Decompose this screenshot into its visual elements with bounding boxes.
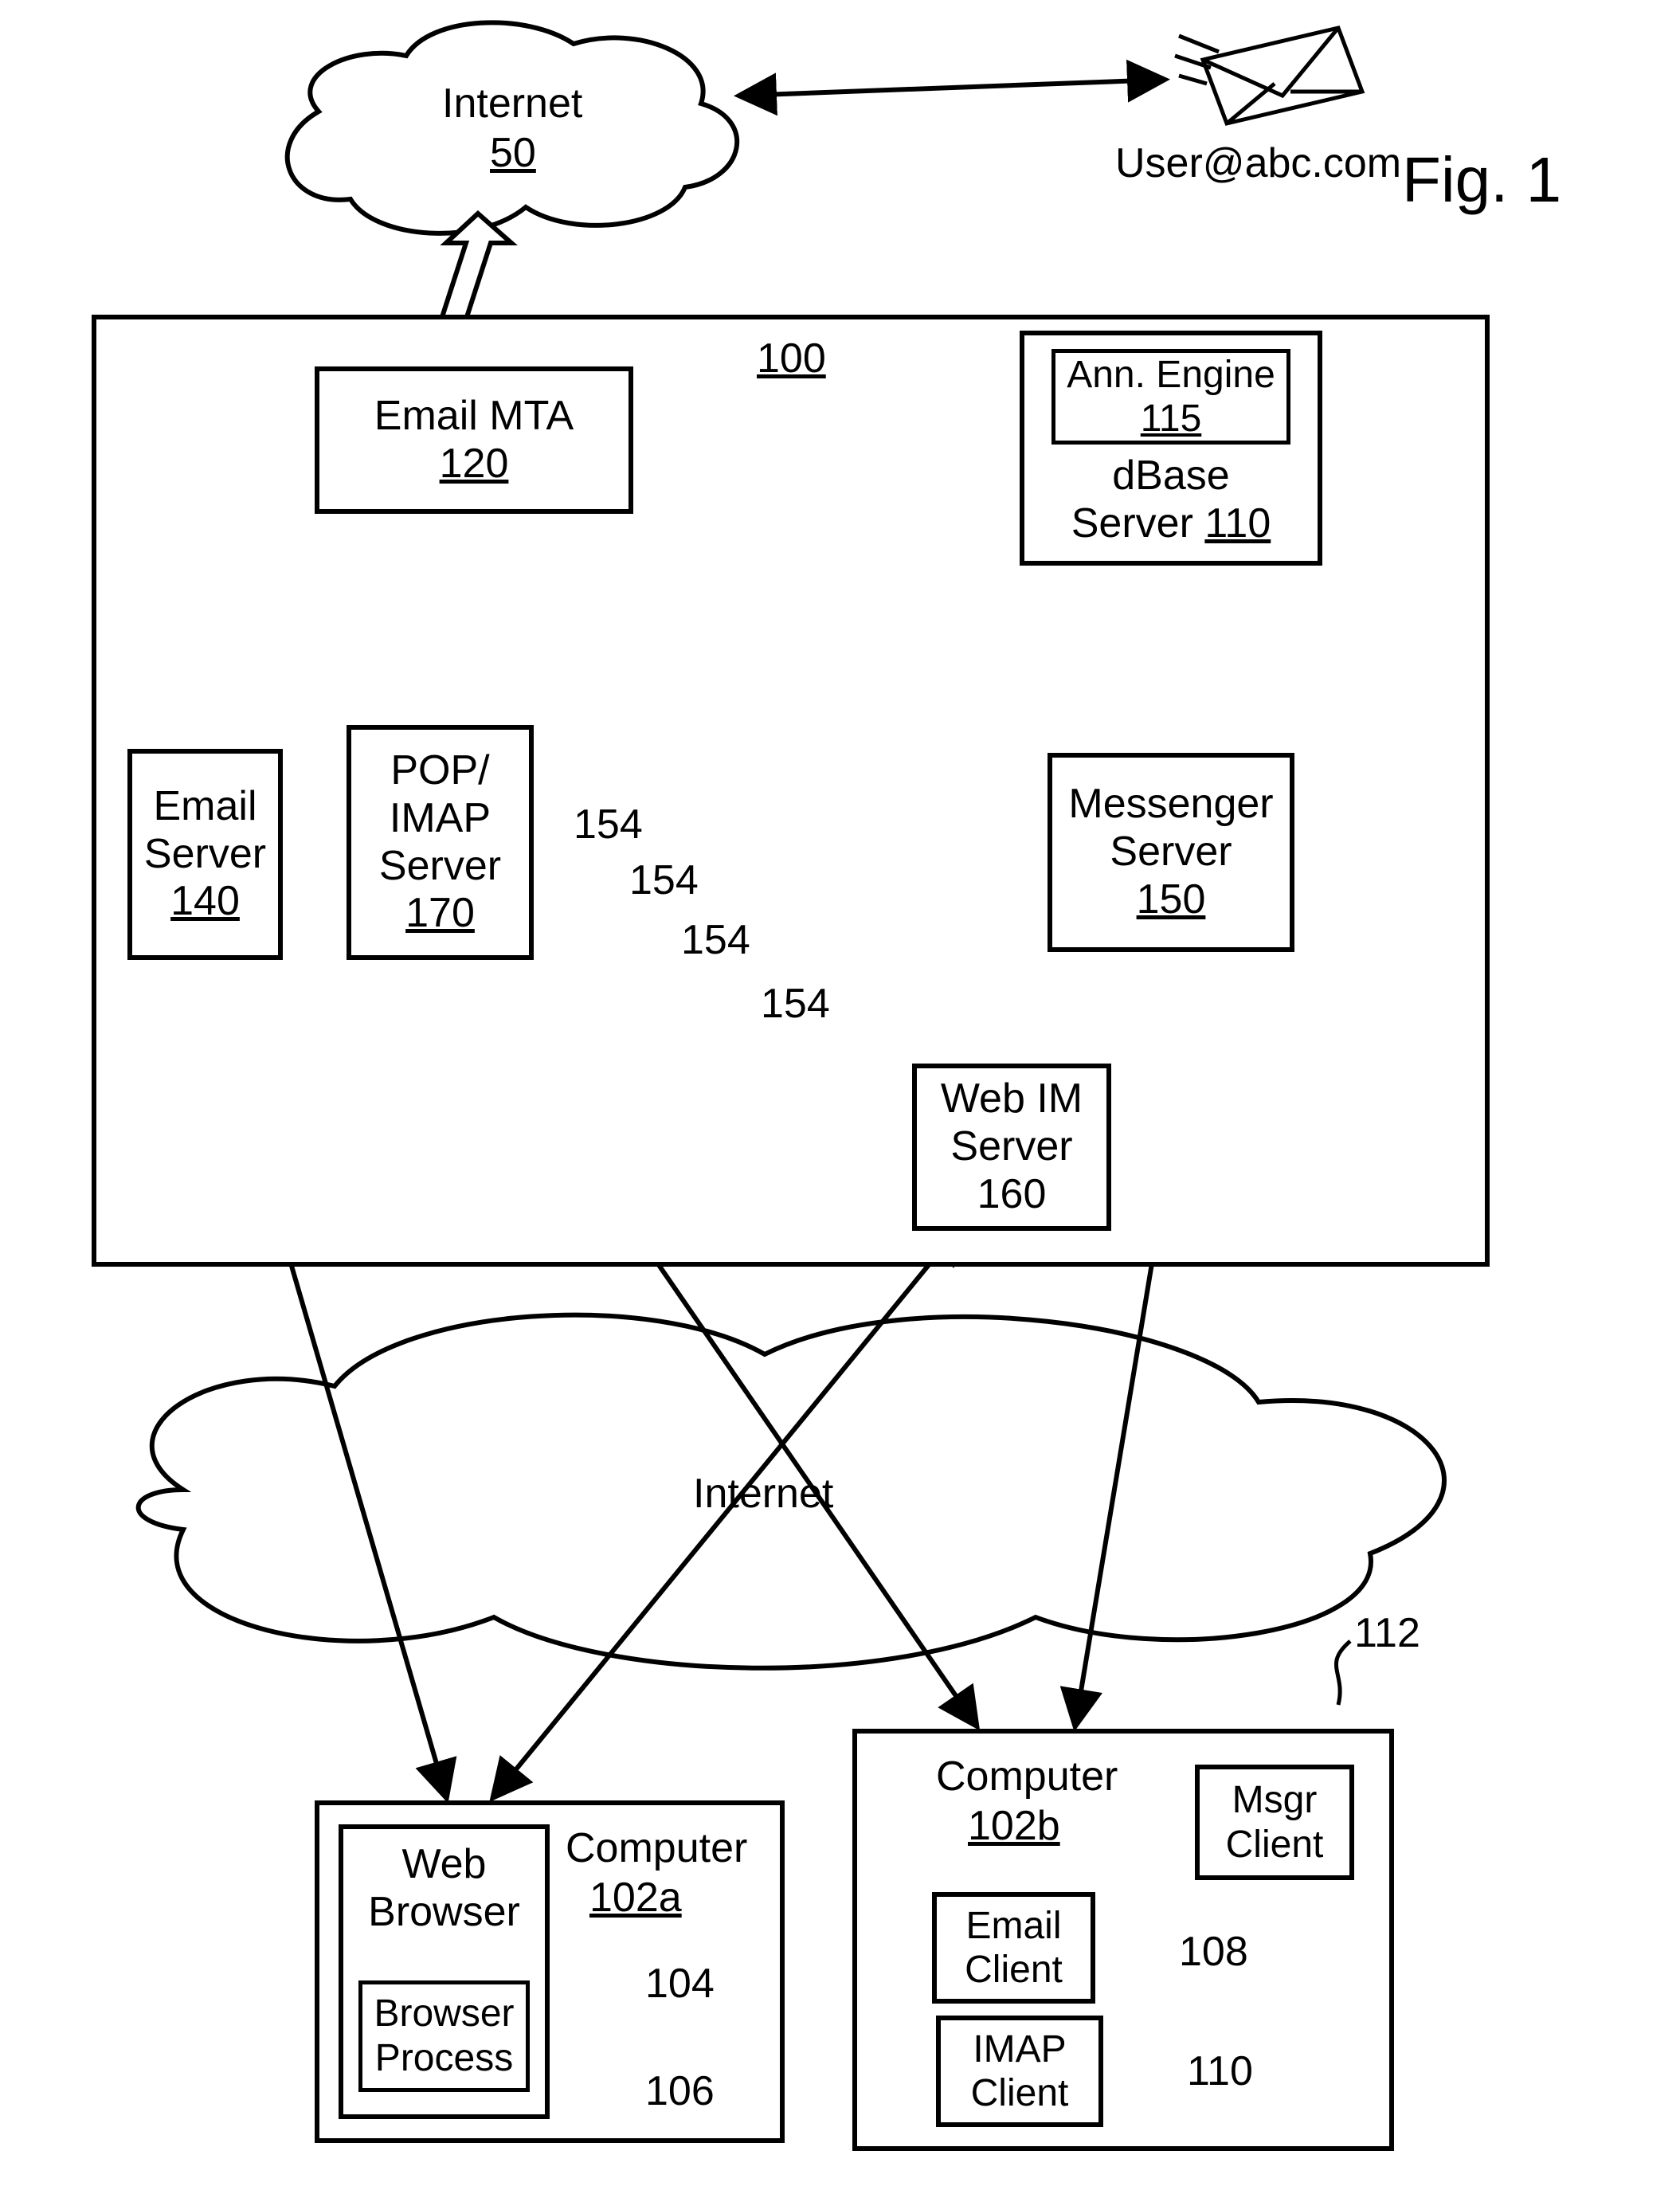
- email-server-num: 140: [170, 878, 240, 926]
- messenger-num: 150: [1137, 876, 1206, 924]
- email-mta-num: 120: [440, 441, 509, 488]
- email-client-l1: Email: [965, 1904, 1061, 1948]
- diagram-root: Fig. 1: [0, 0, 1680, 2190]
- disk-label-2: 154: [629, 856, 699, 904]
- disk-label-1: 154: [574, 801, 643, 848]
- email-client-box: Email Client: [932, 1892, 1095, 2004]
- msgr-client-box: Msgr Client: [1195, 1765, 1354, 1880]
- browser-process-box: Browser Process: [358, 1980, 530, 2092]
- email-client-l2: Client: [965, 1948, 1063, 1992]
- messenger-box: Messenger Server 150: [1048, 753, 1294, 952]
- imap-client-box: IMAP Client: [936, 2016, 1103, 2127]
- email-server-l2: Server: [144, 831, 266, 879]
- computer-b-num: 102b: [968, 1802, 1060, 1850]
- computer-a-title: Computer: [566, 1824, 747, 1872]
- web-im-l2: Server: [950, 1123, 1072, 1171]
- messenger-l1: Messenger: [1068, 781, 1273, 829]
- web-browser-box: Web Browser Browser Process: [339, 1824, 550, 2119]
- computer-b-title: Computer: [936, 1753, 1118, 1800]
- computer-a-num: 102a: [589, 1874, 682, 1922]
- pop-imap-box: POP/ IMAP Server 170: [347, 725, 534, 960]
- pop-imap-l1: POP/: [390, 747, 489, 795]
- web-im-num: 160: [977, 1171, 1047, 1219]
- email-mta-name: Email MTA: [374, 393, 574, 441]
- envelope-icon: [1175, 28, 1362, 123]
- dbase-name2: Server: [1071, 500, 1193, 547]
- messenger-l2: Server: [1110, 829, 1232, 876]
- ref-108: 108: [1179, 1928, 1248, 1976]
- disk-label-3: 154: [681, 916, 750, 964]
- internet-mid-label: Internet: [693, 1470, 833, 1518]
- browser-process-l2: Process: [375, 2036, 513, 2080]
- web-im-l1: Web IM: [941, 1075, 1083, 1123]
- system-num: 100: [757, 335, 826, 382]
- msgr-l1: Msgr: [1232, 1778, 1318, 1822]
- ref-110: 110: [1187, 2047, 1253, 2095]
- pop-imap-l3: Server: [379, 843, 501, 891]
- ref-104: 104: [645, 1960, 715, 2008]
- disk-label-4: 154: [761, 980, 830, 1028]
- cloud-internet-top: [288, 22, 737, 233]
- dbase-num: 110: [1204, 500, 1271, 547]
- ann-engine-num: 115: [1141, 397, 1202, 441]
- dbase-server-box: Ann. Engine 115 dBase Server 110: [1020, 331, 1322, 566]
- pop-imap-num: 170: [405, 890, 475, 938]
- ref-106: 106: [645, 2067, 715, 2115]
- internet-top-num: 50: [490, 129, 536, 177]
- imap-client-l1: IMAP: [973, 2027, 1066, 2071]
- web-browser-l1: Web: [402, 1841, 487, 1889]
- ref-112: 112: [1354, 1609, 1420, 1657]
- user-email-label: User@abc.com: [1115, 139, 1401, 187]
- web-browser-l2: Browser: [368, 1889, 520, 1937]
- dbase-name: dBase: [1112, 452, 1229, 500]
- ann-engine-box: Ann. Engine 115: [1051, 349, 1290, 445]
- web-im-box: Web IM Server 160: [912, 1064, 1111, 1231]
- browser-process-l1: Browser: [374, 1992, 514, 2035]
- pop-imap-l2: IMAP: [390, 795, 491, 843]
- imap-client-l2: Client: [971, 2071, 1069, 2115]
- ann-engine-name: Ann. Engine: [1067, 353, 1275, 397]
- email-mta-box: Email MTA 120: [315, 366, 633, 514]
- email-server-l1: Email: [153, 783, 257, 831]
- email-server-box: Email Server 140: [127, 749, 283, 960]
- msgr-l2: Client: [1226, 1823, 1324, 1867]
- internet-top-label: Internet: [442, 80, 582, 127]
